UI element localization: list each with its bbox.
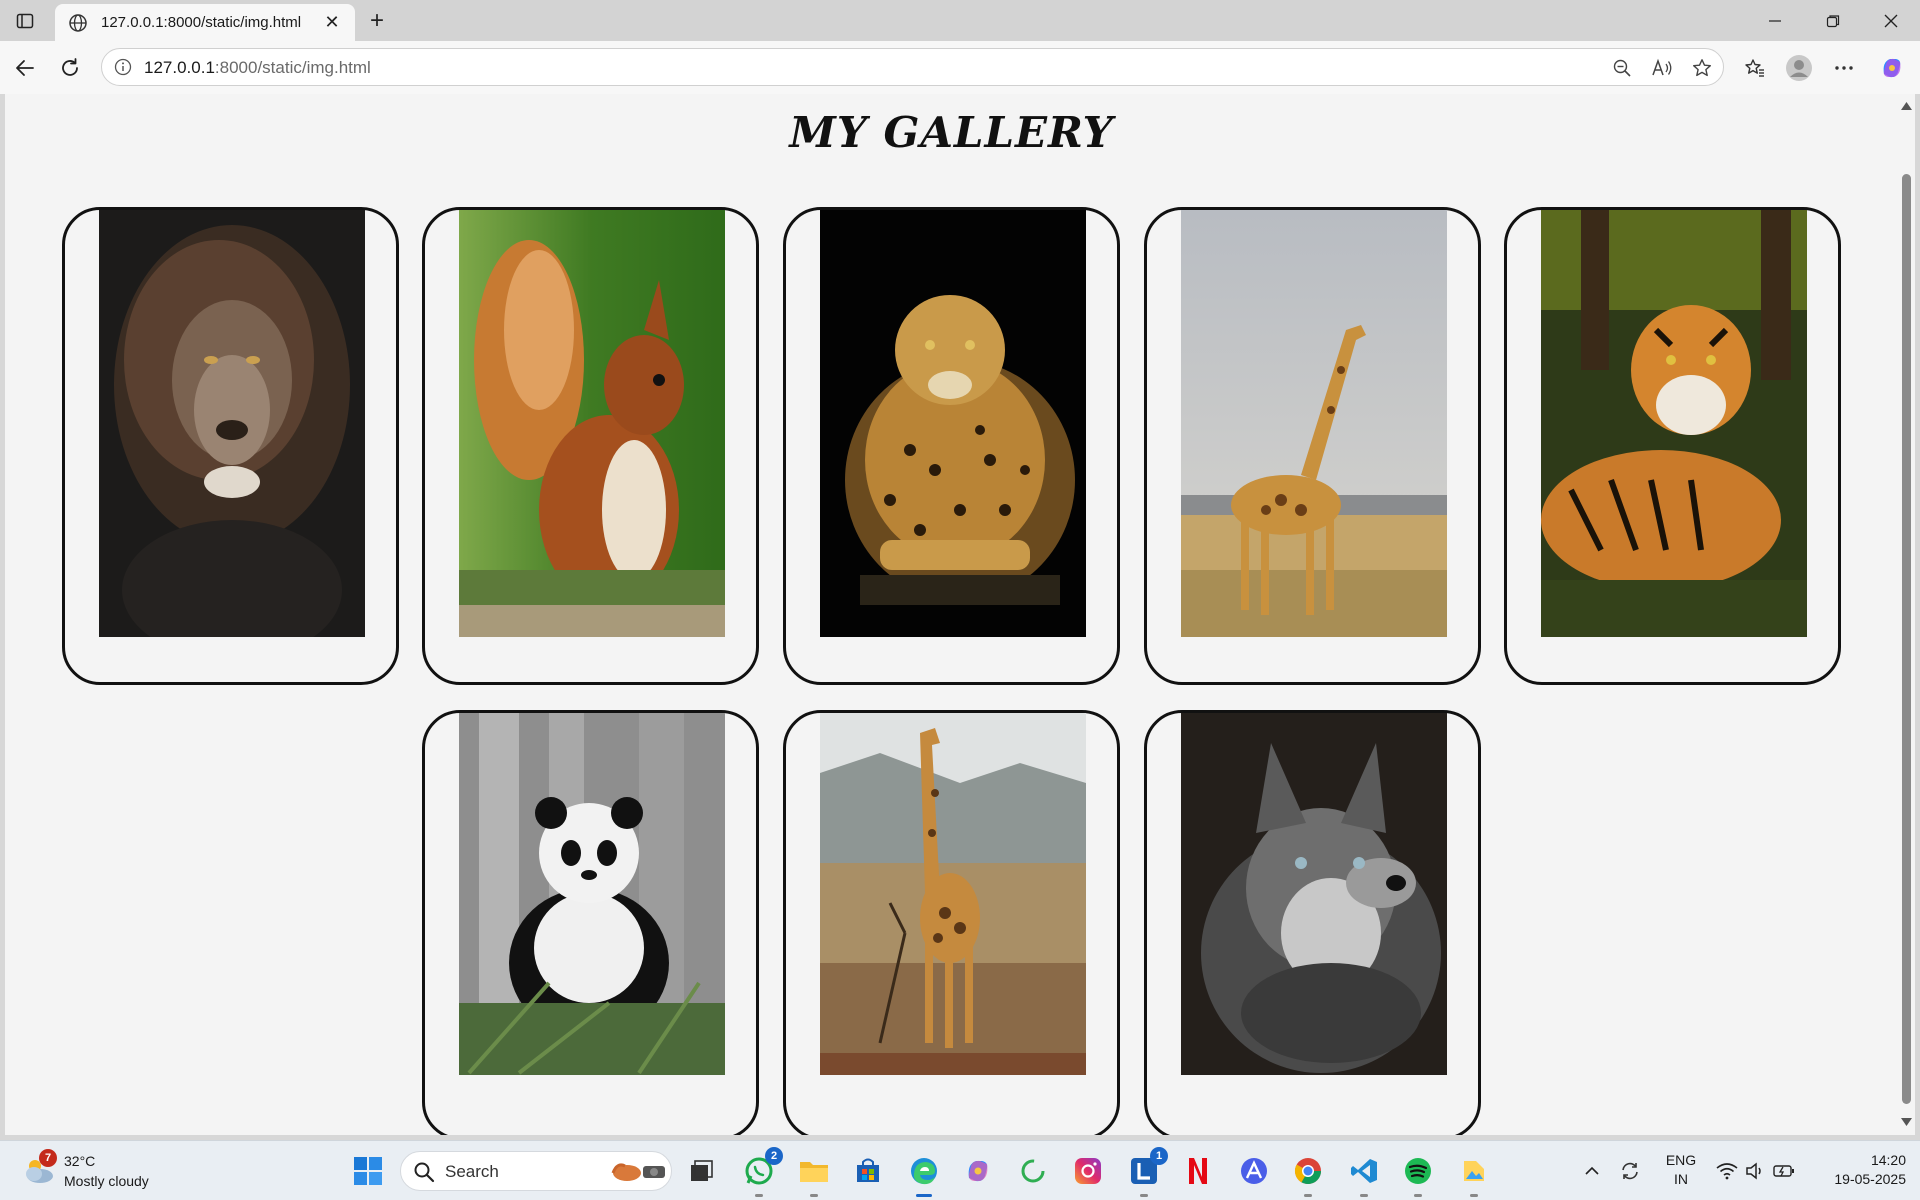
scroll-down-icon[interactable]	[1900, 1116, 1913, 1128]
gallery-grid	[5, 94, 1898, 1135]
read-aloud-icon[interactable]	[1650, 56, 1674, 80]
chrome-icon[interactable]	[1290, 1153, 1326, 1197]
search-label: Search	[445, 1162, 499, 1181]
whatsapp-icon[interactable]: 2	[741, 1147, 783, 1197]
browser-tab[interactable]: 127.0.0.1:8000/static/img.html ✕	[55, 4, 355, 41]
globe-icon	[67, 12, 89, 34]
squirrel-photo[interactable]	[459, 210, 725, 637]
weather-condition: Mostly cloudy	[64, 1173, 149, 1189]
vscode-icon[interactable]	[1346, 1153, 1382, 1197]
weather-widget[interactable]: 7 32°C Mostly cloudy	[22, 1149, 172, 1193]
language-code: ENG	[1665, 1152, 1697, 1168]
clock-time: 14:20	[1870, 1152, 1906, 1168]
gallery-card	[62, 207, 399, 685]
gallery-card	[1144, 710, 1481, 1135]
task-view-icon[interactable]	[683, 1153, 719, 1189]
tab-actions-icon[interactable]	[10, 8, 40, 34]
panda-photo[interactable]	[459, 713, 725, 1075]
url-host: 127.0.0.1	[144, 58, 215, 77]
more-options-icon[interactable]	[1828, 52, 1860, 84]
favorites-icon[interactable]	[1739, 52, 1771, 84]
l-app-icon[interactable]: 1	[1126, 1147, 1168, 1197]
scroll-up-icon[interactable]	[1900, 100, 1913, 112]
site-info-icon[interactable]	[114, 58, 132, 76]
restore-icon[interactable]	[1804, 0, 1862, 41]
url-path: :8000/static/img.html	[214, 58, 371, 77]
search-highlight-icon	[609, 1160, 669, 1184]
taskbar-search[interactable]: Search	[400, 1151, 672, 1191]
taskbar-clock[interactable]: 14:20 19-05-2025	[1810, 1151, 1906, 1189]
leopard-photo[interactable]	[820, 210, 1086, 637]
close-window-icon[interactable]	[1862, 0, 1920, 41]
giraffe-photo[interactable]	[1181, 210, 1447, 637]
page-scrollbar[interactable]	[1898, 94, 1915, 1135]
favorite-star-icon[interactable]	[1690, 56, 1714, 80]
address-bar[interactable]: 127.0.0.1:8000/static/img.html	[101, 48, 1724, 86]
microsoft-store-icon[interactable]	[850, 1153, 886, 1189]
gallery-card	[422, 710, 759, 1135]
battery-icon[interactable]	[1770, 1153, 1798, 1189]
tiger-photo[interactable]	[1541, 210, 1807, 637]
gallery-card	[783, 207, 1120, 685]
profile-avatar-icon[interactable]	[1783, 52, 1815, 84]
giraffe-photo[interactable]	[820, 713, 1086, 1075]
edge-browser-icon[interactable]	[906, 1153, 942, 1197]
volume-icon[interactable]	[1742, 1153, 1768, 1189]
copilot-app-icon[interactable]	[960, 1153, 996, 1189]
gallery-card	[422, 207, 759, 685]
windows-start-icon[interactable]	[350, 1153, 386, 1189]
wifi-icon[interactable]	[1714, 1153, 1740, 1189]
sync-icon[interactable]	[1616, 1153, 1644, 1189]
page-viewport: MY GALLERY	[5, 94, 1898, 1135]
input-language-indicator[interactable]: ENG IN	[1656, 1151, 1706, 1189]
scroll-thumb[interactable]	[1902, 174, 1911, 1104]
wolf-photo[interactable]	[1181, 713, 1447, 1075]
copilot-icon[interactable]	[1876, 52, 1908, 84]
new-tab-button[interactable]: +	[362, 6, 392, 36]
refresh-icon[interactable]	[54, 52, 86, 84]
whatsapp-badge: 2	[765, 1147, 783, 1165]
url-text[interactable]: 127.0.0.1:8000/static/img.html	[144, 58, 371, 78]
back-icon[interactable]	[9, 52, 41, 84]
zoom-out-icon[interactable]	[1610, 56, 1634, 80]
gallery-card	[1144, 207, 1481, 685]
clock-date: 19-05-2025	[1834, 1171, 1906, 1187]
browser-tab-bar: 127.0.0.1:8000/static/img.html ✕ +	[0, 0, 1920, 41]
file-explorer-icon[interactable]	[796, 1153, 832, 1197]
photos-app-icon[interactable]	[1456, 1153, 1492, 1197]
spotify-icon[interactable]	[1400, 1153, 1436, 1197]
minimize-icon[interactable]	[1746, 0, 1804, 41]
weather-temperature: 32°C	[64, 1153, 96, 1169]
instagram-icon[interactable]	[1070, 1153, 1106, 1189]
close-tab-icon[interactable]: ✕	[321, 12, 343, 34]
refresh-app-icon[interactable]	[1015, 1153, 1051, 1189]
lion-photo[interactable]	[99, 210, 365, 637]
search-icon	[413, 1161, 435, 1183]
l-app-badge: 1	[1150, 1147, 1168, 1165]
region-code: IN	[1674, 1171, 1688, 1187]
windows-taskbar: 7 32°C Mostly cloudy Search 2 1 ENG IN 1…	[0, 1140, 1920, 1200]
tab-title: 127.0.0.1:8000/static/img.html	[101, 14, 302, 31]
gallery-card	[1504, 207, 1841, 685]
gallery-card	[783, 710, 1120, 1135]
weather-badge: 7	[39, 1149, 57, 1167]
vpn-app-icon[interactable]	[1236, 1153, 1272, 1189]
netflix-icon[interactable]	[1180, 1153, 1216, 1189]
show-hidden-icons-chevron-icon[interactable]	[1578, 1153, 1606, 1189]
browser-toolbar: 127.0.0.1:8000/static/img.html	[0, 41, 1920, 94]
